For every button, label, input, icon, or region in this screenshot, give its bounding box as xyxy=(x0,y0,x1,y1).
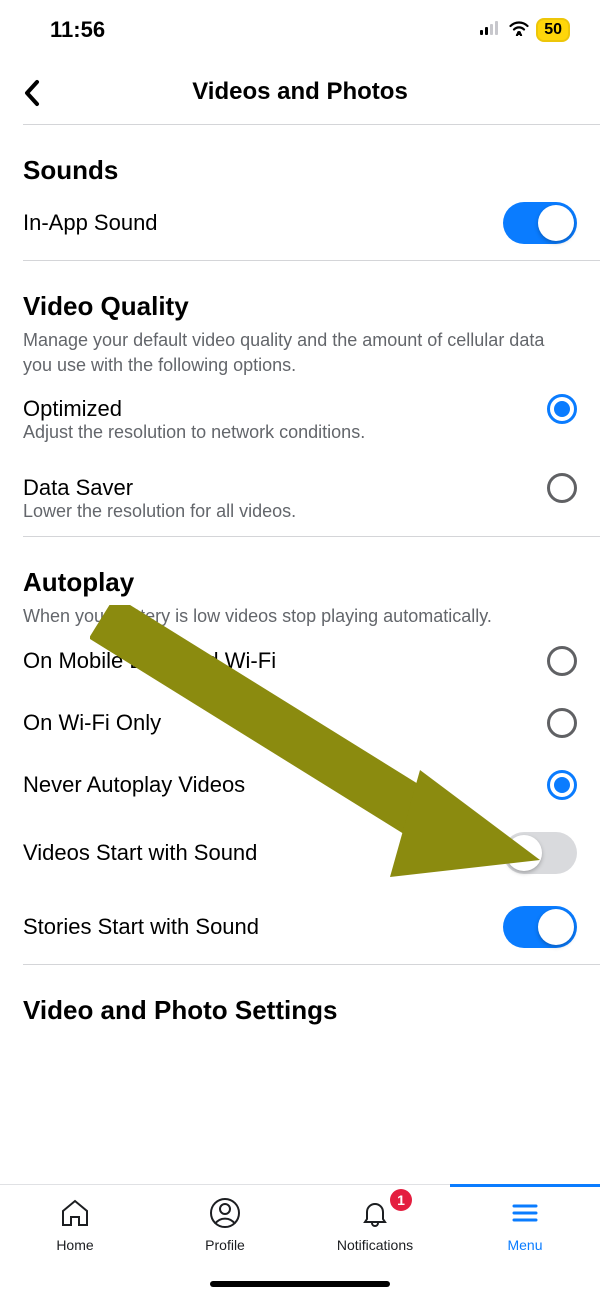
autoplay-section: Autoplay When your battery is low videos… xyxy=(0,537,600,629)
tab-profile-label: Profile xyxy=(150,1237,300,1253)
active-tab-indicator xyxy=(450,1184,600,1187)
tab-notifications[interactable]: 1 Notifications xyxy=(300,1195,450,1270)
optimized-label: Optimized xyxy=(23,396,122,422)
home-icon xyxy=(0,1195,150,1231)
stories-start-sound-row[interactable]: Stories Start with Sound xyxy=(0,890,600,964)
sounds-section: Sounds xyxy=(0,125,600,186)
autoplay-mobile-wifi-label: On Mobile Data and Wi-Fi xyxy=(23,648,276,674)
tab-home-label: Home xyxy=(0,1237,150,1253)
status-bar: 11:56 50 xyxy=(0,0,600,60)
back-button[interactable] xyxy=(23,79,41,112)
profile-icon xyxy=(150,1195,300,1231)
autoplay-desc: When your battery is low videos stop pla… xyxy=(23,604,577,629)
autoplay-never-label: Never Autoplay Videos xyxy=(23,772,245,798)
optimized-desc: Adjust the resolution to network conditi… xyxy=(0,422,600,457)
bell-icon: 1 xyxy=(300,1195,450,1231)
autoplay-mobile-wifi-row[interactable]: On Mobile Data and Wi-Fi xyxy=(0,630,600,692)
notification-badge: 1 xyxy=(390,1189,412,1211)
in-app-sound-toggle[interactable] xyxy=(503,202,577,244)
data-saver-label: Data Saver xyxy=(23,475,133,501)
autoplay-never-radio[interactable] xyxy=(547,770,577,800)
data-saver-row[interactable]: Data Saver xyxy=(0,457,600,507)
wifi-icon xyxy=(508,20,530,41)
sounds-header: Sounds xyxy=(23,155,577,186)
video-quality-header: Video Quality xyxy=(23,291,577,322)
video-quality-section: Video Quality Manage your default video … xyxy=(0,261,600,378)
videos-start-sound-label: Videos Start with Sound xyxy=(23,840,257,866)
home-indicator[interactable] xyxy=(210,1281,390,1287)
menu-icon xyxy=(450,1195,600,1231)
stories-start-sound-label: Stories Start with Sound xyxy=(23,914,259,940)
tab-notifications-label: Notifications xyxy=(300,1237,450,1253)
in-app-sound-label: In-App Sound xyxy=(23,210,158,236)
videos-start-sound-row[interactable]: Videos Start with Sound xyxy=(0,816,600,890)
battery-level: 50 xyxy=(536,18,570,42)
status-time: 11:56 xyxy=(50,17,105,43)
autoplay-wifi-only-row[interactable]: On Wi-Fi Only xyxy=(0,692,600,754)
autoplay-wifi-only-label: On Wi-Fi Only xyxy=(23,710,161,736)
header: Videos and Photos xyxy=(0,60,600,124)
stories-start-sound-toggle[interactable] xyxy=(503,906,577,948)
autoplay-never-row[interactable]: Never Autoplay Videos xyxy=(0,754,600,816)
tab-menu[interactable]: Menu xyxy=(450,1195,600,1270)
autoplay-wifi-only-radio[interactable] xyxy=(547,708,577,738)
video-quality-desc: Manage your default video quality and th… xyxy=(23,328,577,378)
tab-menu-label: Menu xyxy=(450,1237,600,1253)
autoplay-mobile-wifi-radio[interactable] xyxy=(547,646,577,676)
autoplay-header: Autoplay xyxy=(23,567,577,598)
in-app-sound-row[interactable]: In-App Sound xyxy=(0,186,600,260)
optimized-row[interactable]: Optimized xyxy=(0,378,600,428)
tab-profile[interactable]: Profile xyxy=(150,1195,300,1270)
video-photo-settings-header: Video and Photo Settings xyxy=(23,995,577,1026)
videos-start-sound-toggle[interactable] xyxy=(503,832,577,874)
cellular-icon xyxy=(480,21,502,40)
data-saver-radio[interactable] xyxy=(547,473,577,503)
video-photo-settings-section: Video and Photo Settings xyxy=(0,965,600,1026)
tab-home[interactable]: Home xyxy=(0,1195,150,1270)
page-title: Videos and Photos xyxy=(20,78,580,106)
data-saver-desc: Lower the resolution for all videos. xyxy=(0,501,600,536)
optimized-radio[interactable] xyxy=(547,394,577,424)
